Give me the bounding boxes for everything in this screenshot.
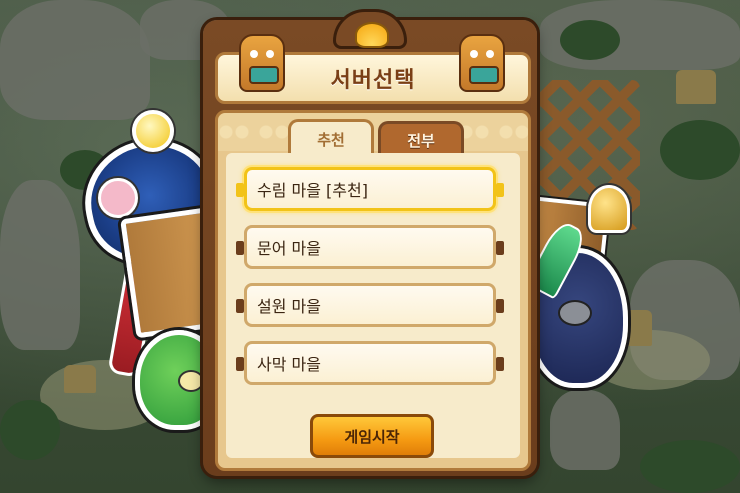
- flower-icon: [98, 178, 138, 218]
- tab-all[interactable]: 전부: [378, 121, 464, 156]
- server-name: 수림 마을 [추천]: [257, 181, 368, 200]
- tree: [0, 400, 60, 460]
- server-item-surim[interactable]: 수림 마을 [추천]: [236, 167, 504, 211]
- cliff-rock: [0, 180, 80, 350]
- bird-beak: [558, 300, 592, 326]
- row-nub: [496, 357, 504, 371]
- row-nub: [496, 299, 504, 313]
- row-nub: [496, 183, 504, 197]
- dialog-title: 서버선택: [330, 68, 416, 93]
- totem-mask-icon: [459, 34, 505, 92]
- server-item-snowfield[interactable]: 설원 마을: [236, 283, 504, 327]
- tab-label: 추천: [317, 130, 345, 149]
- bell-icon: [588, 185, 630, 233]
- village-hut: [676, 70, 716, 104]
- cliff-rock: [0, 0, 150, 120]
- server-name: 문어 마을: [257, 239, 321, 258]
- tree: [640, 440, 740, 493]
- row-nub: [236, 183, 244, 197]
- server-select-dialog: 서버선택 추천 전부 수림 마을 [추천] 문어 마을 설원 마을 사막 마을 …: [203, 12, 537, 476]
- server-item-octopus[interactable]: 문어 마을: [236, 225, 504, 269]
- village-hut: [64, 365, 96, 393]
- shell-icon: [355, 22, 389, 48]
- totem-mask-icon: [239, 34, 285, 92]
- cliff-rock: [550, 390, 620, 470]
- server-list: 수림 마을 [추천] 문어 마을 설원 마을 사막 마을: [226, 153, 520, 458]
- tree: [560, 20, 620, 60]
- row-nub: [496, 241, 504, 255]
- game-start-label: 게임시작: [344, 427, 400, 446]
- row-nub: [236, 299, 244, 313]
- snake-eye: [178, 370, 204, 392]
- row-nub: [236, 241, 244, 255]
- server-name: 설원 마을: [257, 297, 321, 316]
- tree: [660, 120, 740, 180]
- server-name: 사막 마을: [257, 355, 321, 374]
- tab-recommended[interactable]: 추천: [288, 119, 374, 156]
- game-start-button[interactable]: 게임시작: [310, 414, 434, 458]
- tab-label: 전부: [407, 131, 435, 150]
- row-nub: [236, 357, 244, 371]
- server-item-desert[interactable]: 사막 마을: [236, 341, 504, 385]
- golden-orb-icon: [132, 110, 174, 152]
